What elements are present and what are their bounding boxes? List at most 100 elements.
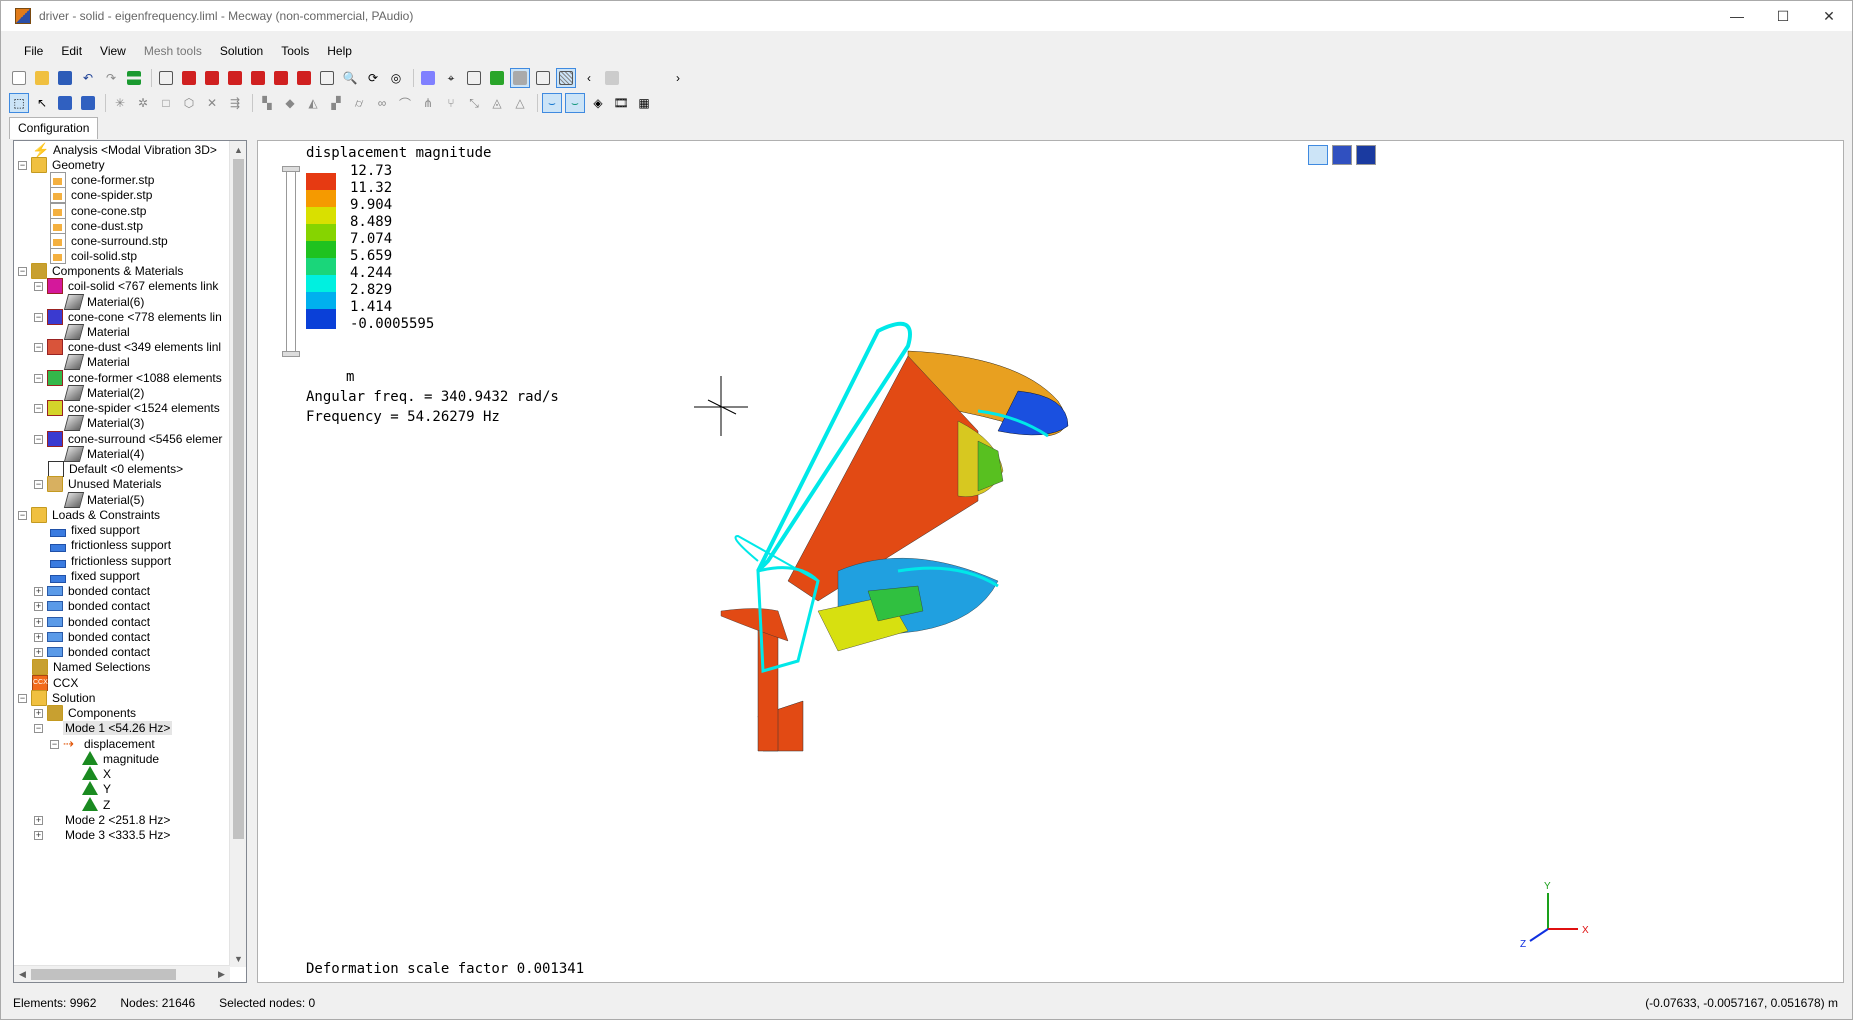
tool-d-button[interactable]: ⬡ — [179, 93, 199, 113]
select-button[interactable]: ⬚ — [9, 93, 29, 113]
view-bottom-button[interactable] — [294, 68, 314, 88]
tab-configuration[interactable]: Configuration — [9, 117, 99, 139]
view-top-button[interactable] — [271, 68, 291, 88]
collapse-icon[interactable]: − — [34, 403, 43, 413]
model-canvas[interactable]: Y X Z — [258, 141, 1844, 983]
tool-k-button[interactable]: ⌭ — [349, 93, 369, 113]
menu-solution[interactable]: Solution — [211, 44, 272, 58]
pan-button[interactable]: ◎ — [386, 68, 406, 88]
tool-m-button[interactable]: ⌒ — [395, 93, 415, 113]
scroll-up-icon[interactable]: ▲ — [230, 141, 246, 158]
prev-arrow-button[interactable]: ‹ — [579, 68, 599, 88]
maximize-button[interactable]: ☐ — [1760, 1, 1806, 31]
tool-e-button[interactable]: ✕ — [202, 93, 222, 113]
select-node-button[interactable]: ↖ — [32, 93, 52, 113]
collapse-icon[interactable]: − — [18, 266, 27, 276]
tool-j-button[interactable]: ▞ — [326, 93, 346, 113]
tree-horizontal-scrollbar[interactable]: ◀ ▶ — [14, 965, 230, 982]
select-face-button[interactable] — [78, 93, 98, 113]
animate-button[interactable]: ◈ — [588, 93, 608, 113]
expand-icon[interactable]: + — [34, 617, 43, 627]
new-file-button[interactable] — [9, 68, 29, 88]
film-button[interactable]: 🎞 — [611, 93, 631, 113]
menu-tools[interactable]: Tools — [272, 44, 318, 58]
tree-label: coil-solid <767 elements link — [68, 279, 219, 293]
menu-help[interactable]: Help — [318, 44, 361, 58]
redo-button[interactable]: ↷ — [101, 68, 121, 88]
collapse-icon[interactable]: − — [18, 510, 27, 520]
collapse-icon[interactable]: − — [34, 373, 43, 383]
collapse-icon[interactable]: − — [34, 342, 43, 352]
tool-g-button[interactable]: ▚ — [257, 93, 277, 113]
tool-b-button[interactable]: ✲ — [133, 93, 153, 113]
tool-n-button[interactable]: ⋔ — [418, 93, 438, 113]
expand-icon[interactable]: + — [34, 647, 43, 657]
minimize-button[interactable]: — — [1714, 1, 1760, 31]
collapse-icon[interactable]: − — [50, 739, 59, 749]
collapse-icon[interactable]: − — [34, 312, 43, 322]
collapse-icon[interactable]: − — [34, 479, 43, 489]
mesh-tool-button[interactable] — [418, 68, 438, 88]
open-file-button[interactable] — [32, 68, 52, 88]
menu-view[interactable]: View — [91, 44, 135, 58]
menu-bar: File Edit View Mesh tools Solution Tools… — [1, 41, 361, 61]
expand-icon[interactable]: + — [34, 586, 43, 596]
zoom-button[interactable]: 🔍 — [340, 68, 360, 88]
collapse-icon[interactable]: − — [18, 160, 27, 170]
tool-o-button[interactable]: ⑂ — [441, 93, 461, 113]
tree-vertical-scrollbar[interactable]: ▲ ▼ — [229, 141, 246, 967]
expand-icon[interactable]: + — [34, 830, 43, 840]
tool-f-button[interactable]: ⇶ — [225, 93, 245, 113]
menu-file[interactable]: File — [15, 44, 52, 58]
expand-icon[interactable]: + — [34, 632, 43, 642]
next-arrow-button[interactable]: › — [668, 68, 688, 88]
menu-mesh-tools[interactable]: Mesh tools — [135, 44, 211, 58]
tool-c-button[interactable]: □ — [156, 93, 176, 113]
view-left-button[interactable] — [225, 68, 245, 88]
collapse-icon[interactable]: − — [18, 693, 27, 703]
shaded-view-button[interactable] — [510, 68, 530, 88]
mesh-lines-button[interactable] — [556, 68, 576, 88]
measure-button[interactable]: ⌖ — [441, 68, 461, 88]
extrude-icon: ⇶ — [229, 96, 241, 110]
tree-mode-3[interactable]: + Mode 3 <333.5 Hz> — [34, 826, 172, 844]
zoom-fit-button[interactable] — [317, 68, 337, 88]
tool-i-button[interactable]: ◭ — [303, 93, 323, 113]
menu-edit[interactable]: Edit — [52, 44, 91, 58]
tool-q-button[interactable]: ◬ — [487, 93, 507, 113]
equals-button[interactable] — [124, 68, 144, 88]
select-element-button[interactable] — [55, 93, 75, 113]
expand-icon[interactable]: + — [34, 815, 43, 825]
view-iso-button[interactable] — [156, 68, 176, 88]
view-right-button[interactable] — [248, 68, 268, 88]
deformed-view-button[interactable]: ⌣ — [542, 93, 562, 113]
tool-a-button[interactable]: ✳ — [110, 93, 130, 113]
scroll-right-icon[interactable]: ▶ — [213, 966, 230, 982]
scroll-down-icon[interactable]: ▼ — [230, 950, 246, 967]
model-viewport[interactable]: displacement magnitude 12.73 11.32 9.904 8.… — [257, 140, 1844, 983]
view-front-button[interactable] — [179, 68, 199, 88]
collapse-icon[interactable]: − — [34, 723, 43, 733]
collapse-icon[interactable]: − — [34, 281, 43, 291]
view-back-button[interactable] — [202, 68, 222, 88]
tool-l-button[interactable]: ∞ — [372, 93, 392, 113]
save-button[interactable] — [55, 68, 75, 88]
wireframe-button[interactable] — [533, 68, 553, 88]
scroll-thumb[interactable] — [31, 969, 176, 980]
collapse-icon[interactable]: − — [34, 434, 43, 444]
table-button[interactable]: ▦ — [634, 93, 654, 113]
tool-p-button[interactable]: ⤡ — [464, 93, 484, 113]
scroll-left-icon[interactable]: ◀ — [14, 966, 31, 982]
scroll-thumb[interactable] — [233, 159, 244, 839]
expand-icon[interactable]: + — [34, 708, 43, 718]
undeformed-view-button[interactable]: ⌣ — [565, 93, 585, 113]
expand-icon[interactable]: + — [34, 601, 43, 611]
rotate-button[interactable]: ⟳ — [363, 68, 383, 88]
close-button[interactable]: ✕ — [1806, 1, 1852, 31]
tool-h-button[interactable]: ◆ — [280, 93, 300, 113]
surface-button[interactable] — [487, 68, 507, 88]
undo-button[interactable]: ↶ — [78, 68, 98, 88]
grid-button[interactable] — [464, 68, 484, 88]
tool-r-button[interactable]: △ — [510, 93, 530, 113]
